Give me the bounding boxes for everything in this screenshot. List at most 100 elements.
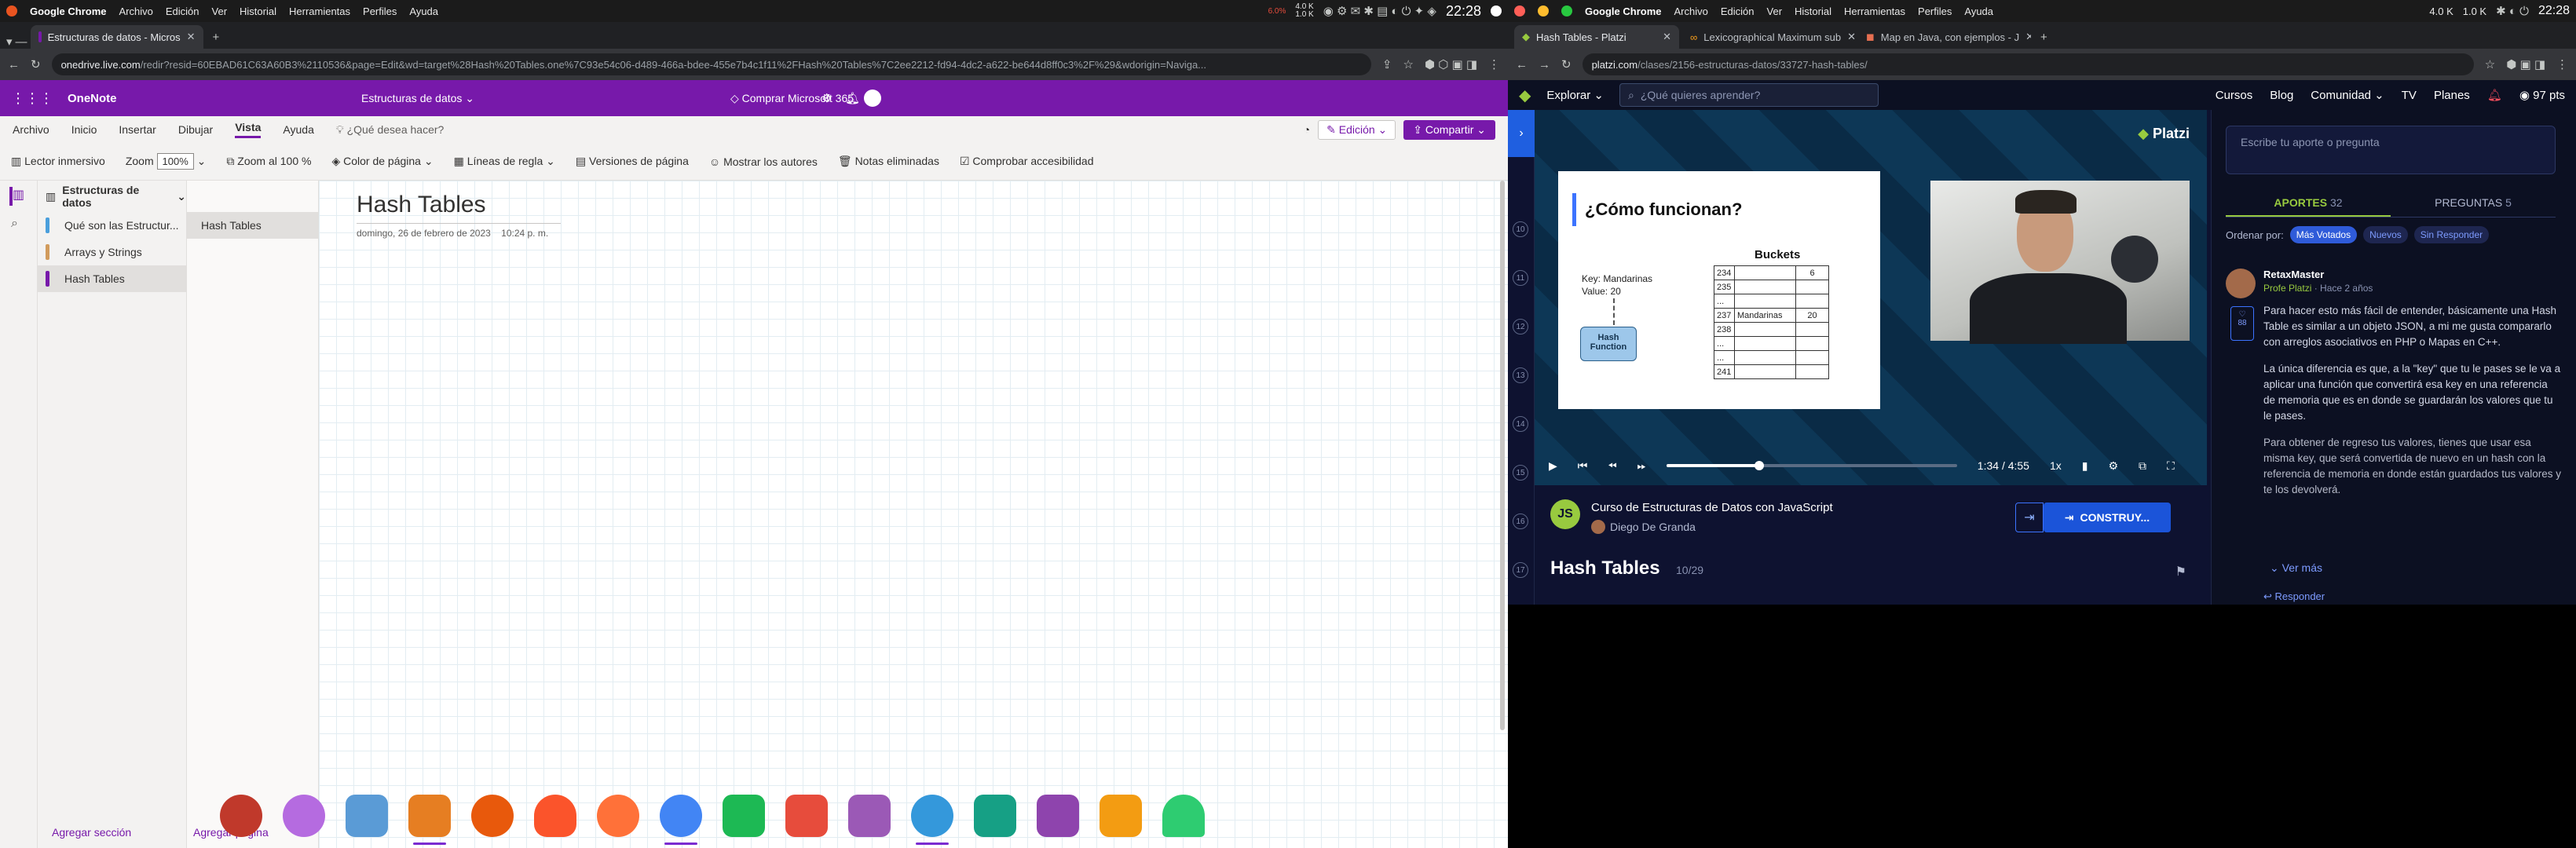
menu-perfiles-r[interactable]: Perfiles — [1918, 5, 1952, 17]
menu-archivo[interactable]: Archivo — [119, 5, 153, 17]
more-menu-icon[interactable]: ⋮ — [1488, 57, 1500, 71]
lesson-num[interactable]: 10 — [1513, 221, 1528, 237]
maximize-window-icon[interactable] — [1561, 5, 1572, 16]
commenter-avatar[interactable] — [2226, 269, 2256, 298]
app-launcher-icon[interactable]: ⋮⋮⋮ — [11, 90, 53, 107]
tray-icons-r[interactable]: ✱ ◐ ⏻ — [2496, 4, 2529, 18]
menu-tab-ayuda[interactable]: Ayuda — [283, 123, 313, 136]
explore-menu[interactable]: Explorar ⌄ — [1546, 88, 1604, 102]
lesson-num[interactable]: 14 — [1513, 416, 1528, 432]
minimize-icon[interactable]: — — [16, 35, 27, 49]
zoom-100-button[interactable]: ⧉ Zoom al 100 % — [226, 155, 311, 168]
extensions-icon[interactable]: ⬢ ▣ ◨ — [2506, 57, 2545, 71]
sort-most-voted[interactable]: Más Votados — [2289, 226, 2358, 243]
search-input[interactable]: ⌕ ¿Qué quieres aprender? — [1619, 83, 1879, 107]
url-input[interactable]: onedrive.live.com/redir?resid=60EBAD61C6… — [51, 53, 1371, 75]
menu-historial[interactable]: Historial — [240, 5, 276, 17]
menu-ver-r[interactable]: Ver — [1767, 5, 1783, 17]
dock-app-grid-icon[interactable] — [1100, 795, 1142, 837]
close-tab-icon[interactable]: ✕ — [1663, 31, 1671, 43]
reply-button[interactable]: ↩ Responder — [2263, 590, 2325, 603]
share-icon[interactable]: ⇪ — [1382, 57, 1392, 71]
play-icon[interactable]: ▶ — [1549, 459, 1557, 473]
rule-lines-button[interactable]: ▦ Líneas de regla ⌄ — [454, 155, 555, 168]
dock-app-store-icon[interactable] — [848, 795, 891, 837]
dock-app-files-icon[interactable] — [408, 795, 451, 845]
zoom-select[interactable]: 100% — [156, 153, 194, 170]
notebooks-icon[interactable]: ▥ — [9, 187, 27, 206]
platzi-logo-icon[interactable]: ◆ — [1519, 86, 1531, 105]
build-button[interactable]: ⇥ CONSTRUY... — [2044, 503, 2171, 532]
close-window-icon[interactable] — [1514, 5, 1525, 16]
lesson-num[interactable]: 12 — [1513, 319, 1528, 334]
fullscreen-icon[interactable]: ⛶ — [2167, 459, 2175, 473]
tab-platzi[interactable]: ◆ Hash Tables - Platzi ✕ — [1514, 25, 1679, 49]
lesson-num[interactable]: 17 — [1513, 562, 1528, 578]
dock-app-monitor-icon[interactable] — [785, 795, 828, 837]
page-canvas[interactable]: Hash Tables domingo, 26 de febrero de 20… — [319, 181, 1508, 848]
dock-app-vscode-icon[interactable] — [911, 795, 953, 845]
activity-icon[interactable]: ◔ — [1304, 123, 1310, 136]
dock-app-spotify-icon[interactable] — [723, 795, 765, 837]
rewind-icon[interactable]: ⏪︎ — [1608, 459, 1616, 473]
immersive-reader-button[interactable]: ▥ Lector inmersivo — [11, 155, 105, 168]
close-tab-icon[interactable]: ✕ — [187, 31, 196, 43]
notebook-selector[interactable]: ▥ Estructuras de datos ⌄ — [38, 181, 186, 212]
tray-icons[interactable]: ◉ ⚙ ✉ ✱ ▤ ◐ ⏻ ✦ ◈ — [1323, 4, 1436, 18]
dock-app-android-icon[interactable] — [1162, 795, 1205, 837]
bookmark-star-icon[interactable]: ☆ — [2485, 57, 2495, 71]
sort-newest[interactable]: Nuevos — [2363, 226, 2408, 243]
back-icon[interactable]: ← — [8, 58, 20, 71]
progress-knob[interactable] — [1755, 461, 1765, 470]
forward-icon[interactable]: → — [1539, 58, 1550, 71]
tab-java[interactable]: ◼ Map en Java, con ejemplos - J ✕ — [1858, 25, 2031, 49]
edit-mode-button[interactable]: ✎ Edición ⌄ — [1318, 119, 1396, 140]
lesson-num[interactable]: 13 — [1513, 367, 1528, 383]
avatar[interactable] — [864, 90, 881, 107]
menu-edicion[interactable]: Edición — [166, 5, 199, 17]
page-title[interactable]: Hash Tables — [357, 192, 486, 218]
show-authors-button[interactable]: ☺ Mostrar los autores — [709, 155, 818, 168]
power-icon[interactable] — [1491, 5, 1502, 16]
dock-app-cube-icon[interactable] — [974, 795, 1016, 837]
tell-me-search[interactable]: 💡︎ ¿Qué desea hacer? — [336, 123, 444, 137]
reload-icon[interactable]: ↻ — [31, 57, 41, 71]
settings-icon[interactable]: ⚙ — [821, 91, 832, 105]
search-icon[interactable]: ⌕ — [11, 217, 26, 231]
dock-app-jetbrains-icon[interactable] — [1037, 795, 1079, 837]
notification-bell-icon[interactable]: 🔔︎ — [2487, 88, 2502, 102]
menu-historial-r[interactable]: Historial — [1795, 5, 1831, 17]
nav-blog[interactable]: Blog — [2270, 89, 2293, 102]
onenote-app-title[interactable]: OneNote — [68, 92, 117, 105]
add-section-link[interactable]: Agregar sección — [52, 826, 131, 839]
close-tab-icon[interactable]: ✕ — [1847, 31, 1855, 43]
menu-tab-vista[interactable]: Vista — [235, 121, 262, 138]
notebook-title-header[interactable]: Estructuras de datos ⌄ — [361, 92, 474, 105]
menu-tab-archivo[interactable]: Archivo — [13, 123, 49, 136]
forward-icon[interactable]: ⏩︎ — [1637, 459, 1646, 473]
tab-search-icon[interactable]: ▾ — [6, 35, 13, 49]
menu-ayuda[interactable]: Ayuda — [409, 5, 438, 17]
reload-icon[interactable]: ↻ — [1561, 57, 1572, 71]
dock-app-images-icon[interactable] — [346, 795, 388, 837]
menu-archivo-r[interactable]: Archivo — [1674, 5, 1708, 17]
minimize-window-icon[interactable] — [1538, 5, 1549, 16]
nav-tv[interactable]: TV — [2402, 89, 2417, 102]
nav-comunidad[interactable]: Comunidad ⌄ — [2311, 88, 2384, 102]
clock-r[interactable]: 22:28 — [2538, 4, 2570, 18]
skip-icon[interactable]: ⇥ — [2015, 503, 2044, 532]
menu-tab-dibujar[interactable]: Dibujar — [178, 123, 213, 136]
more-menu-icon[interactable]: ⋮ — [2556, 57, 2568, 71]
pip-icon[interactable]: ⧉ — [2139, 459, 2146, 473]
menu-perfiles[interactable]: Perfiles — [363, 5, 397, 17]
speed-button[interactable]: 1x — [2050, 459, 2062, 472]
sort-unanswered[interactable]: Sin Responder — [2413, 226, 2490, 243]
lesson-num[interactable]: 16 — [1513, 514, 1528, 529]
bookmark-icon[interactable]: ▮ — [2082, 459, 2088, 473]
see-more-button[interactable]: ⌄ Ver más — [2270, 561, 2322, 575]
url-input-r[interactable]: platzi.com/clases/2156-estructuras-datos… — [1582, 53, 2474, 75]
progress-bar[interactable] — [1666, 461, 1957, 470]
close-tab-icon[interactable]: ✕ — [2025, 31, 2031, 43]
section-item-arrays[interactable]: Arrays y Strings — [38, 239, 186, 265]
expand-sidebar-icon[interactable]: › — [1508, 110, 1535, 157]
